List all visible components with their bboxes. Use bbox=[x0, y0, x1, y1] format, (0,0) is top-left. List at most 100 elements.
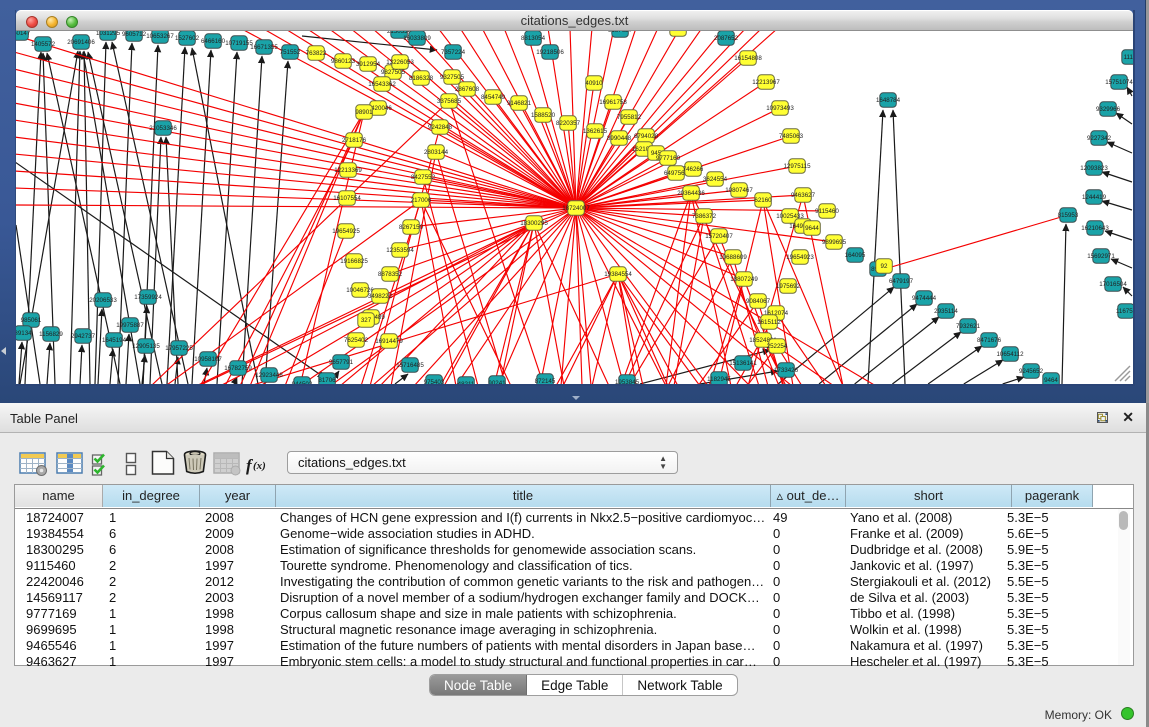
svg-text:81706: 81706 bbox=[318, 377, 336, 384]
svg-text:1648784: 1648784 bbox=[876, 97, 901, 104]
svg-text:7955812: 7955812 bbox=[617, 114, 642, 121]
svg-text:8454749: 8454749 bbox=[481, 94, 506, 101]
svg-text:6794028: 6794028 bbox=[634, 133, 659, 140]
svg-text:10654112: 10654112 bbox=[996, 351, 1024, 358]
svg-text:2803144: 2803144 bbox=[424, 149, 449, 156]
svg-text:16782759: 16782759 bbox=[224, 365, 252, 372]
svg-text:(x): (x) bbox=[253, 460, 266, 472]
svg-text:9644: 9644 bbox=[805, 225, 819, 232]
svg-text:7485063: 7485063 bbox=[779, 133, 804, 140]
svg-text:3624554: 3624554 bbox=[703, 176, 728, 183]
svg-text:9187627: 9187627 bbox=[608, 31, 633, 34]
svg-text:9327505: 9327505 bbox=[440, 74, 465, 81]
svg-text:17957225: 17957225 bbox=[165, 345, 193, 352]
svg-text:12213967: 12213967 bbox=[752, 79, 780, 86]
svg-text:1244419: 1244419 bbox=[1082, 194, 1107, 201]
svg-text:16914479: 16914479 bbox=[375, 338, 403, 345]
svg-text:2935114: 2935114 bbox=[934, 308, 958, 315]
svg-text:9777169: 9777169 bbox=[656, 155, 681, 162]
svg-text:98901: 98901 bbox=[355, 109, 373, 116]
svg-text:8427552: 8427552 bbox=[411, 174, 436, 181]
svg-text:1645194: 1645194 bbox=[102, 337, 127, 344]
svg-text:9860123: 9860123 bbox=[331, 58, 356, 65]
svg-text:9827505: 9827505 bbox=[381, 69, 406, 76]
svg-text:16543362: 16543362 bbox=[368, 81, 396, 88]
svg-text:252254: 252254 bbox=[767, 343, 788, 350]
svg-text:7932621: 7932621 bbox=[956, 323, 981, 330]
svg-text:8186328: 8186328 bbox=[409, 75, 434, 82]
svg-text:15716485: 15716485 bbox=[396, 362, 424, 369]
svg-text:1182945: 1182945 bbox=[707, 376, 731, 383]
svg-text:12975115: 12975115 bbox=[783, 163, 811, 170]
svg-text:18807249: 18807249 bbox=[730, 276, 758, 283]
svg-text:17359924: 17359924 bbox=[134, 294, 162, 301]
svg-text:1615112: 1615112 bbox=[757, 319, 781, 326]
svg-text:15751074: 15751074 bbox=[1105, 79, 1133, 86]
svg-text:12093823: 12093823 bbox=[1080, 165, 1108, 172]
svg-text:15136141: 15136141 bbox=[729, 360, 757, 367]
svg-text:19218506: 19218506 bbox=[536, 49, 564, 56]
svg-text:9146821: 9146821 bbox=[507, 100, 532, 107]
svg-text:9242848: 9242848 bbox=[428, 124, 453, 131]
svg-text:12923448: 12923448 bbox=[255, 372, 283, 379]
svg-text:18300295: 18300295 bbox=[520, 220, 548, 227]
svg-text:9227342: 9227342 bbox=[1087, 135, 1112, 142]
svg-text:8990448: 8990448 bbox=[607, 135, 632, 142]
svg-text:9464: 9464 bbox=[1044, 377, 1058, 384]
svg-text:19654925: 19654925 bbox=[332, 228, 360, 235]
svg-text:9657791: 9657791 bbox=[329, 359, 354, 366]
svg-text:9084067: 9084067 bbox=[746, 298, 771, 305]
svg-text:16671355: 16671355 bbox=[250, 44, 278, 51]
svg-text:9474444: 9474444 bbox=[912, 295, 937, 302]
svg-text:3912954: 3912954 bbox=[356, 61, 381, 68]
svg-text:19654923: 19654923 bbox=[786, 254, 814, 261]
svg-text:9899695: 9899695 bbox=[822, 239, 847, 246]
svg-text:40910: 40910 bbox=[585, 80, 603, 87]
svg-text:8471676: 8471676 bbox=[977, 337, 1002, 344]
svg-text:20364436: 20364436 bbox=[677, 190, 705, 197]
svg-text:12213369: 12213369 bbox=[334, 167, 362, 174]
svg-text:20691406: 20691406 bbox=[67, 39, 95, 46]
svg-text:217006: 217006 bbox=[411, 197, 432, 204]
svg-text:8220357: 8220357 bbox=[556, 120, 581, 127]
svg-text:18724007: 18724007 bbox=[562, 205, 590, 212]
svg-text:1112: 1112 bbox=[1124, 54, 1133, 61]
svg-text:10719155: 10719155 bbox=[225, 40, 253, 47]
svg-text:17016504: 17016504 bbox=[1099, 281, 1127, 288]
svg-text:19166825: 19166825 bbox=[340, 258, 368, 265]
svg-text:39134: 39134 bbox=[16, 330, 32, 337]
svg-text:16033809: 16033809 bbox=[403, 35, 431, 42]
svg-text:10807467: 10807467 bbox=[725, 187, 753, 194]
svg-text:9463627: 9463627 bbox=[791, 192, 816, 199]
svg-text:13226053: 13226053 bbox=[386, 59, 414, 66]
svg-text:19384554: 19384554 bbox=[604, 271, 632, 278]
svg-text:1527602: 1527602 bbox=[175, 35, 200, 42]
svg-text:12353594: 12353594 bbox=[386, 247, 414, 254]
svg-text:19975887: 19975887 bbox=[116, 322, 144, 329]
svg-text:92: 92 bbox=[881, 263, 888, 270]
svg-text:9115460: 9115460 bbox=[815, 208, 839, 215]
svg-text:10688609: 10688609 bbox=[719, 254, 747, 261]
svg-text:6479197: 6479197 bbox=[889, 278, 914, 285]
svg-text:164095: 164095 bbox=[845, 252, 866, 259]
svg-text:20206533: 20206533 bbox=[89, 297, 117, 304]
svg-text:1588520: 1588520 bbox=[531, 112, 556, 119]
svg-text:751552: 751552 bbox=[280, 49, 301, 56]
svg-text:1975692: 1975692 bbox=[776, 283, 801, 290]
svg-text:9245652: 9245652 bbox=[1019, 368, 1044, 375]
svg-text:327: 327 bbox=[361, 317, 372, 324]
svg-text:2718176: 2718176 bbox=[342, 137, 367, 144]
svg-text:10653267: 10653267 bbox=[146, 33, 174, 40]
svg-text:116753: 116753 bbox=[1116, 308, 1133, 315]
svg-text:8267150: 8267150 bbox=[399, 224, 424, 231]
svg-text:12905135: 12905135 bbox=[132, 343, 160, 350]
svg-text:10973493: 10973493 bbox=[766, 105, 794, 112]
svg-text:16107554: 16107554 bbox=[333, 195, 361, 202]
svg-text:815953: 815953 bbox=[1058, 212, 1079, 219]
svg-text:8878352: 8878352 bbox=[378, 271, 403, 278]
svg-text:16961758: 16961758 bbox=[599, 99, 627, 106]
svg-text:3375685: 3375685 bbox=[437, 98, 462, 105]
svg-text:9605712: 9605712 bbox=[122, 31, 147, 38]
svg-text:7625402: 7625402 bbox=[344, 337, 369, 344]
svg-text:9329966: 9329966 bbox=[1096, 106, 1121, 113]
